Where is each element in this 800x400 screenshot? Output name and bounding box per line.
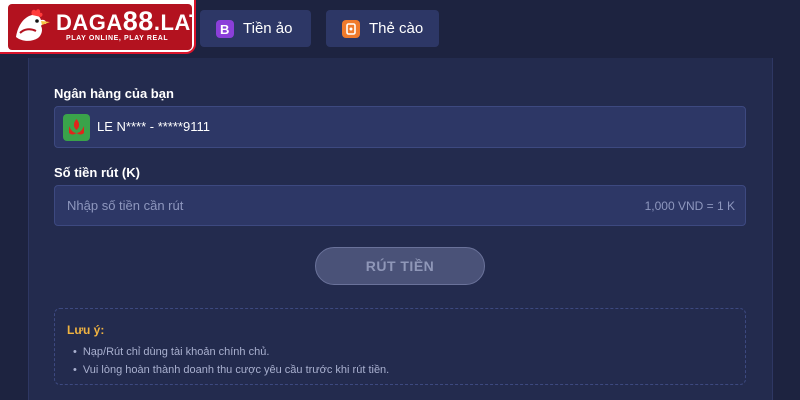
note-box: Lưu ý: Nạp/Rút chỉ dùng tài khoản chính …	[54, 308, 746, 385]
withdraw-button[interactable]: RÚT TIỀN	[315, 247, 485, 285]
exchange-rate-text: 1,000 VND = 1 K	[644, 199, 735, 213]
logo-badge: DAGA88.LAT PLAY ONLINE, PLAY REAL	[8, 4, 194, 50]
amount-label: Số tiền rút (K)	[54, 165, 140, 180]
brand-name-prefix: DAGA	[56, 10, 123, 35]
amount-field-wrapper: 1,000 VND = 1 K	[54, 185, 746, 226]
bank-select[interactable]: LE N**** - *****9111	[54, 106, 746, 148]
note-item: Vui lòng hoàn thành doanh thu cược yêu c…	[73, 361, 389, 379]
note-item: Nạp/Rút chỉ dùng tài khoản chính chủ.	[73, 343, 389, 361]
brand-logo[interactable]: DAGA88.LAT PLAY ONLINE, PLAY REAL	[0, 0, 196, 54]
brand-name-suffix: .LAT	[153, 10, 194, 35]
note-list: Nạp/Rút chỉ dùng tài khoản chính chủ. Vu…	[73, 343, 389, 379]
bank-logo-icon	[63, 114, 90, 141]
bank-account-value: LE N**** - *****9111	[97, 119, 210, 134]
bitcoin-icon: B	[216, 19, 234, 38]
svg-text:B: B	[220, 22, 229, 36]
tab-crypto-label: Tiền ảo	[243, 20, 293, 37]
scratch-card-icon	[342, 19, 360, 38]
tab-crypto[interactable]: B Tiền ảo	[200, 10, 311, 47]
note-title: Lưu ý:	[67, 323, 105, 337]
brand-tagline: PLAY ONLINE, PLAY REAL	[66, 35, 169, 42]
tab-scratch-card[interactable]: Thẻ cào	[326, 10, 439, 47]
brand-wordmark: DAGA88.LAT	[56, 6, 194, 37]
amount-input[interactable]	[55, 186, 745, 225]
rooster-icon	[16, 9, 50, 41]
bank-label: Ngân hàng của bạn	[54, 86, 174, 101]
tab-scratch-card-label: Thẻ cào	[369, 20, 424, 37]
brand-name-number: 88	[122, 6, 154, 36]
